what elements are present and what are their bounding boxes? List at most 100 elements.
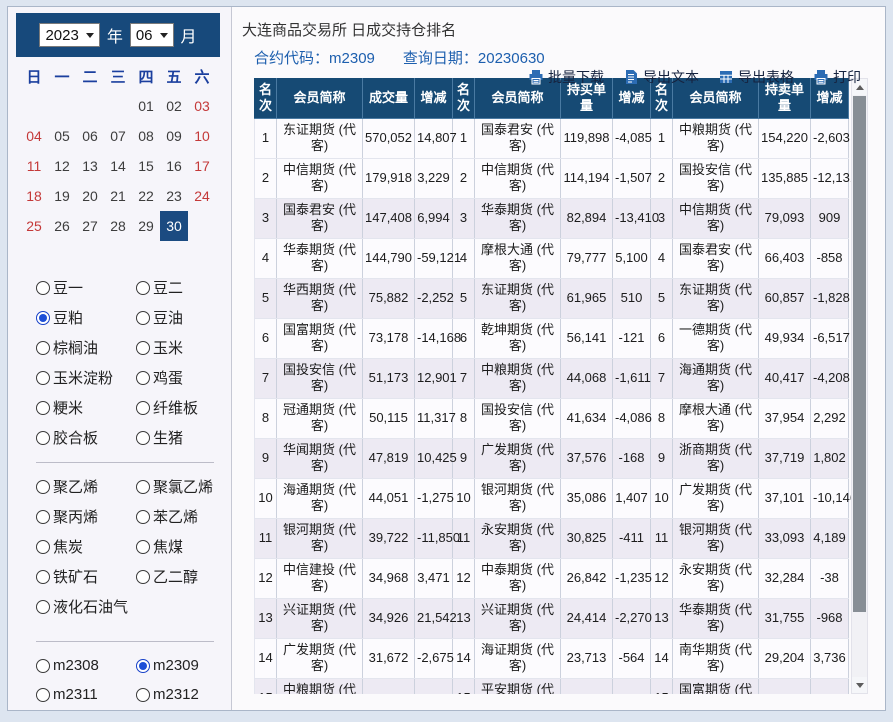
commodity-radio[interactable]: 豆油 bbox=[136, 307, 232, 328]
commodity-radio[interactable]: 聚丙烯 bbox=[36, 506, 136, 527]
commodity-radio[interactable]: 胶合板 bbox=[36, 427, 136, 448]
rank-cell: 4 bbox=[651, 238, 673, 278]
commodity-radio[interactable]: 豆一 bbox=[36, 277, 136, 298]
calendar-day[interactable]: 20 bbox=[76, 181, 104, 211]
value-cell: 44,051 bbox=[363, 478, 415, 518]
calendar-day[interactable]: 14 bbox=[104, 151, 132, 181]
radio-label: m2309 bbox=[153, 657, 199, 674]
calendar-day[interactable]: 11 bbox=[20, 151, 48, 181]
value-cell: 35,086 bbox=[561, 478, 613, 518]
calendar-day[interactable]: 07 bbox=[104, 121, 132, 151]
calendar-day[interactable]: 26 bbox=[48, 211, 76, 241]
column-header: 会员简称 bbox=[277, 78, 363, 118]
calendar-day[interactable]: 02 bbox=[160, 91, 188, 121]
value-cell: 61,965 bbox=[561, 278, 613, 318]
calendar-day[interactable]: 15 bbox=[132, 151, 160, 181]
value-cell: -11,850 bbox=[415, 518, 453, 558]
commodity-radio[interactable]: 玉米淀粉 bbox=[36, 367, 136, 388]
member-name-cell: 银河期货 (代客) bbox=[673, 518, 759, 558]
calendar-day[interactable]: 10 bbox=[188, 121, 216, 151]
calendar-day[interactable]: 13 bbox=[76, 151, 104, 181]
calendar-day[interactable]: 06 bbox=[76, 121, 104, 151]
scroll-down-button[interactable] bbox=[852, 677, 867, 693]
radio-label: 豆一 bbox=[53, 277, 83, 298]
member-name-cell: 中粮期货 (代客) bbox=[673, 118, 759, 158]
calendar-day[interactable]: 22 bbox=[132, 181, 160, 211]
value-cell: 44,068 bbox=[561, 358, 613, 398]
calendar-day[interactable]: 17 bbox=[188, 151, 216, 181]
value-cell bbox=[561, 678, 613, 694]
toolbar-button-导出表格[interactable]: 导出表格 bbox=[718, 67, 794, 87]
calendar-day[interactable]: 30 bbox=[160, 211, 188, 241]
weekday-label: 三 bbox=[104, 61, 132, 91]
commodity-radio[interactable]: 苯乙烯 bbox=[136, 506, 232, 527]
commodity-radio[interactable]: 液化石油气 bbox=[36, 596, 136, 617]
contract-radio[interactable]: m2308 bbox=[36, 657, 136, 674]
commodity-radio[interactable]: 焦炭 bbox=[36, 536, 136, 557]
commodity-radio[interactable]: 生猪 bbox=[136, 427, 232, 448]
value-cell: -168 bbox=[613, 438, 651, 478]
calendar-day[interactable]: 08 bbox=[132, 121, 160, 151]
scrollbar-track[interactable] bbox=[852, 613, 867, 677]
radio-label: 焦炭 bbox=[53, 536, 83, 557]
radio-label: 苯乙烯 bbox=[153, 506, 198, 527]
contract-radio[interactable]: m2309 bbox=[136, 657, 232, 674]
calendar-day[interactable]: 12 bbox=[48, 151, 76, 181]
commodity-radio[interactable]: 粳米 bbox=[36, 397, 136, 418]
weekday-label: 六 bbox=[188, 61, 216, 91]
calendar-day[interactable]: 19 bbox=[48, 181, 76, 211]
month-select[interactable]: 06 bbox=[130, 23, 174, 47]
calendar-day[interactable]: 28 bbox=[104, 211, 132, 241]
table-scrollbar[interactable] bbox=[851, 78, 868, 694]
contract-radio[interactable]: m2312 bbox=[136, 686, 232, 703]
toolbar-button-打印[interactable]: 打印 bbox=[813, 67, 861, 87]
value-cell: -38 bbox=[811, 558, 849, 598]
member-name-cell: 海通期货 (代客) bbox=[277, 478, 363, 518]
rank-cell: 1 bbox=[255, 118, 277, 158]
value-cell: 3,471 bbox=[415, 558, 453, 598]
commodity-radio[interactable]: 鸡蛋 bbox=[136, 367, 232, 388]
year-select[interactable]: 2023 bbox=[39, 23, 99, 47]
commodity-radio[interactable]: 棕榈油 bbox=[36, 337, 136, 358]
commodity-radio[interactable]: 豆粕 bbox=[36, 307, 136, 328]
calendar-day[interactable]: 18 bbox=[20, 181, 48, 211]
contract-radio[interactable]: m2311 bbox=[36, 686, 136, 703]
radio-icon bbox=[136, 480, 150, 494]
commodity-radio[interactable]: 纤维板 bbox=[136, 397, 232, 418]
value-cell: 12,901 bbox=[415, 358, 453, 398]
calendar-day[interactable]: 09 bbox=[160, 121, 188, 151]
radio-icon bbox=[36, 311, 50, 325]
commodity-radio[interactable]: 乙二醇 bbox=[136, 566, 232, 587]
member-name-cell: 兴证期货 (代客) bbox=[277, 598, 363, 638]
calendar-day[interactable]: 16 bbox=[160, 151, 188, 181]
commodity-radio[interactable]: 玉米 bbox=[136, 337, 232, 358]
calendar-day[interactable]: 25 bbox=[20, 211, 48, 241]
commodity-radio[interactable]: 铁矿石 bbox=[36, 566, 136, 587]
toolbar-button-导出文本[interactable]: 导出文本 bbox=[623, 67, 699, 87]
calendar-day[interactable]: 05 bbox=[48, 121, 76, 151]
value-cell: -59,121 bbox=[415, 238, 453, 278]
calendar-day[interactable]: 04 bbox=[20, 121, 48, 151]
contract-group: m2308m2309m2311m2312m2401m2403m2405 bbox=[36, 657, 231, 710]
calendar-day[interactable]: 29 bbox=[132, 211, 160, 241]
value-cell: -121 bbox=[613, 318, 651, 358]
calendar-day[interactable]: 03 bbox=[188, 91, 216, 121]
member-name-cell: 国富期货 (代客) bbox=[673, 678, 759, 694]
calendar-day[interactable]: 21 bbox=[104, 181, 132, 211]
commodity-radio[interactable]: 豆二 bbox=[136, 277, 232, 298]
toolbar-button-批量下载[interactable]: 批量下载 bbox=[528, 67, 604, 87]
scrollbar-thumb[interactable] bbox=[853, 96, 866, 612]
commodity-radio[interactable]: 焦煤 bbox=[136, 536, 232, 557]
value-cell: -14,168 bbox=[415, 318, 453, 358]
member-name-cell: 华泰期货 (代客) bbox=[277, 238, 363, 278]
member-name-cell: 东证期货 (代客) bbox=[673, 278, 759, 318]
calendar-day[interactable]: 01 bbox=[132, 91, 160, 121]
calendar-day[interactable]: 23 bbox=[160, 181, 188, 211]
calendar-day[interactable]: 27 bbox=[76, 211, 104, 241]
calendar-day[interactable]: 24 bbox=[188, 181, 216, 211]
member-name-cell: 浙商期货 (代客) bbox=[673, 438, 759, 478]
radio-icon bbox=[36, 540, 50, 554]
ranking-table-area: 名次会员简称成交量增减名次会员简称持买单量增减名次会员简称持卖单量增减 1东证期… bbox=[254, 78, 885, 694]
commodity-radio[interactable]: 聚乙烯 bbox=[36, 476, 136, 497]
commodity-radio[interactable]: 聚氯乙烯 bbox=[136, 476, 232, 497]
